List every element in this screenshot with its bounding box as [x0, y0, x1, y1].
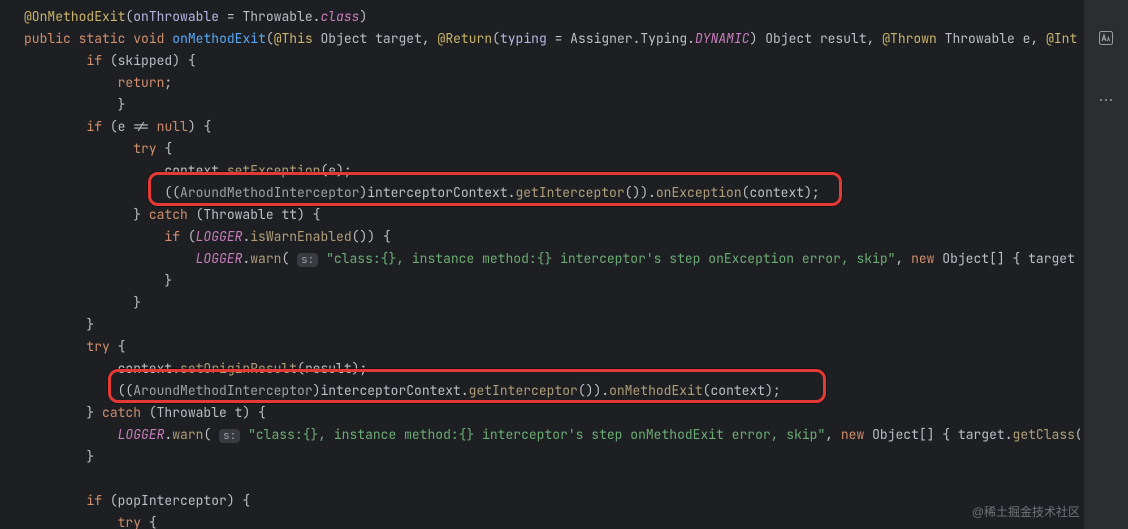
code-line: } — [0, 446, 1080, 468]
code-line: if (e != null) { — [0, 116, 1080, 138]
code-line: } — [0, 314, 1080, 336]
code-line: } — [0, 292, 1080, 314]
code-line: context.setOriginResult(result); — [0, 358, 1080, 380]
param-hint: s: — [297, 253, 318, 267]
code-line: if (popInterceptor) { — [0, 490, 1080, 512]
code-line: public static void onMethodExit(@This Ob… — [0, 28, 1080, 50]
param-hint: s: — [219, 429, 240, 443]
font-size-icon[interactable] — [1098, 30, 1114, 46]
code-line: try { — [0, 512, 1080, 529]
code-line: } — [0, 94, 1080, 116]
code-line: return; — [0, 72, 1080, 94]
code-line: } — [0, 270, 1080, 292]
code-line: try { — [0, 336, 1080, 358]
code-line: ((AroundMethodInterceptor)interceptorCon… — [0, 380, 1080, 402]
right-gutter — [1083, 0, 1128, 529]
code-line: if (skipped) { — [0, 50, 1080, 72]
code-line: } catch (Throwable t) { — [0, 402, 1080, 424]
code-line: LOGGER.warn( s: "class:{}, instance meth… — [0, 424, 1080, 446]
code-line: if (LOGGER.isWarnEnabled()) { — [0, 226, 1080, 248]
code-line — [0, 468, 1080, 490]
code-line: try { — [0, 138, 1080, 160]
code-line: LOGGER.warn( s: "class:{}, instance meth… — [0, 248, 1080, 270]
more-icon[interactable] — [1098, 92, 1114, 108]
code-line: } catch (Throwable tt) { — [0, 204, 1080, 226]
watermark: @稀土掘金技术社区 — [972, 501, 1080, 523]
code-line: context.setException(e); — [0, 160, 1080, 182]
code-editor[interactable]: @OnMethodExit(onThrowable = Throwable.cl… — [0, 0, 1080, 529]
code-line: @OnMethodExit(onThrowable = Throwable.cl… — [0, 6, 1080, 28]
code-line: ((AroundMethodInterceptor)interceptorCon… — [0, 182, 1080, 204]
